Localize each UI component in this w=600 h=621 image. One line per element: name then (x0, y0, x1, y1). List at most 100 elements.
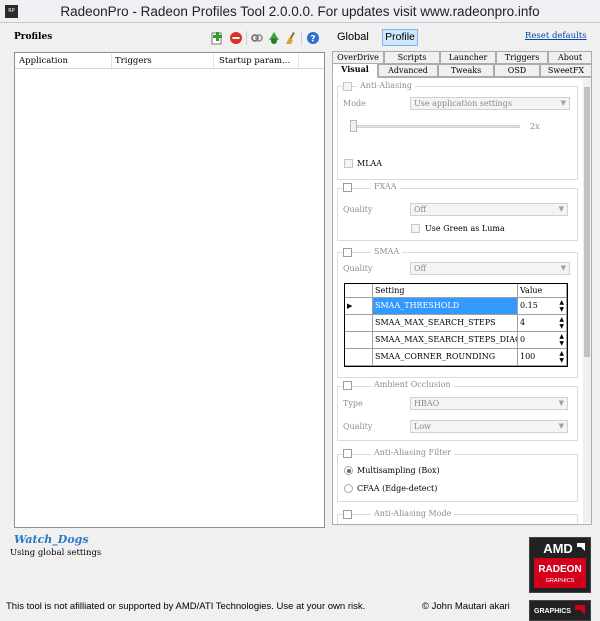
green-luma-checkbox[interactable] (411, 224, 420, 233)
aa-samples-slider-thumb[interactable] (350, 120, 357, 132)
amd-logo-text: AMD (543, 541, 573, 556)
scrollbar-thumb[interactable] (584, 87, 590, 357)
profiles-list[interactable]: Application Triggers Startup param... (14, 52, 325, 528)
tab-visual[interactable]: Visual (332, 63, 378, 78)
smaa-label: SMAA (371, 247, 403, 256)
value-text: 4 (520, 318, 526, 327)
radeon-logo-text: RADEON (538, 564, 581, 575)
recycle-icon[interactable] (267, 31, 281, 45)
fxaa-quality-select[interactable]: Off ▼ (410, 203, 568, 216)
ao-quality-label: Quality (343, 422, 373, 431)
status-copyright: © John Mautari akari (422, 601, 510, 612)
cfaa-label: CFAA (Edge-detect) (357, 484, 438, 493)
header-setting: Setting (373, 284, 518, 298)
aa-mode-select[interactable]: Use application settings ▼ (410, 97, 570, 110)
panel-scrollbar[interactable] (583, 79, 591, 523)
aa-filter-checkbox[interactable] (343, 449, 352, 458)
tab-scripts[interactable]: Scripts (384, 51, 440, 64)
aa-mode-value: Use application settings (414, 99, 512, 108)
fxaa-label: FXAA (371, 182, 400, 191)
aa-samples-slider-track[interactable] (350, 125, 520, 128)
fxaa-checkbox[interactable] (343, 183, 352, 192)
smaa-settings-table[interactable]: Setting Value ▶ SMAA_THRESHOLD 0.15 ▲ ▼ SM… (344, 283, 568, 367)
tab-advanced[interactable]: Advanced (378, 64, 438, 77)
multisampling-radio[interactable] (344, 466, 353, 475)
column-startup-params[interactable]: Startup param... (219, 56, 290, 66)
profile-button[interactable]: Profile (382, 29, 418, 46)
aa-samples-value: 2x (530, 122, 540, 131)
ambient-occlusion-checkbox[interactable] (343, 381, 352, 390)
mlaa-label: MLAA (357, 159, 383, 168)
table-row[interactable]: SMAA_MAX_SEARCH_STEPS_DIAG (373, 332, 518, 349)
window-title: RadeonPro - Radeon Profiles Tool 2.0.0.0… (60, 4, 540, 19)
column-triggers[interactable]: Triggers (115, 56, 152, 66)
profiles-list-header: Application Triggers Startup param... (15, 53, 324, 69)
link-icon[interactable] (250, 31, 264, 45)
graphics-logo-text: GRAPHICS (546, 578, 575, 584)
table-row[interactable]: SMAA_THRESHOLD (373, 298, 518, 315)
spin-icon[interactable]: ▲ ▼ (559, 333, 564, 347)
table-corner (345, 284, 373, 298)
tab-about[interactable]: About (548, 51, 592, 64)
spin-icon[interactable]: ▲ ▼ (559, 350, 564, 364)
cfaa-radio[interactable] (344, 484, 353, 493)
table-row-value[interactable]: 100 ▲ ▼ (518, 349, 567, 366)
aa-filter-label: Anti-Aliasing Filter (371, 448, 454, 457)
spin-icon[interactable]: ▲ ▼ (559, 316, 564, 330)
profile-status: Using global settings (10, 548, 102, 558)
table-row[interactable]: SMAA_MAX_SEARCH_STEPS (373, 315, 518, 332)
aa-mode-checkbox[interactable] (343, 510, 352, 519)
broom-icon[interactable] (284, 31, 298, 45)
spin-icon[interactable]: ▲ ▼ (559, 299, 564, 313)
aa-mode-group-label: Anti-Aliasing Mode (371, 509, 455, 518)
ao-quality-value: Low (414, 422, 431, 431)
column-application[interactable]: Application (19, 56, 68, 66)
multisampling-label: Multisampling (Box) (357, 466, 440, 475)
antialiasing-checkbox[interactable] (343, 82, 352, 91)
ao-quality-select[interactable]: Low ▼ (410, 420, 568, 433)
ao-type-label: Type (343, 399, 363, 408)
help-icon[interactable]: ? (306, 31, 320, 45)
tab-launcher[interactable]: Launcher (440, 51, 496, 64)
tab-sweetfx[interactable]: SweetFX (540, 64, 592, 77)
row-indicator (345, 332, 373, 349)
selected-profile-name: Watch_Dogs (14, 533, 89, 546)
table-row-value[interactable]: 4 ▲ ▼ (518, 315, 567, 332)
value-text: 100 (520, 352, 536, 361)
chevron-down-icon: ▼ (558, 399, 564, 407)
table-row[interactable]: SMAA_CORNER_ROUNDING (373, 349, 518, 366)
tab-triggers[interactable]: Triggers (496, 51, 548, 64)
fxaa-quality-value: Off (414, 205, 427, 214)
table-row-value[interactable]: 0.15 ▲ ▼ (518, 298, 567, 315)
chevron-down-icon: ▼ (560, 264, 566, 272)
global-button[interactable]: Global (337, 31, 369, 43)
table-row-value[interactable]: 0 ▲ ▼ (518, 332, 567, 349)
smaa-quality-select[interactable]: Off ▼ (410, 262, 570, 275)
value-text: 0 (520, 335, 526, 344)
toolbar-separator (301, 31, 302, 45)
status-disclaimer: This tool is not afilliated or supported… (6, 601, 366, 612)
delete-profile-icon[interactable] (229, 31, 243, 45)
reset-defaults-link[interactable]: Reset defaults (525, 31, 587, 41)
aa-filter-group (337, 454, 578, 502)
chevron-down-icon: ▼ (558, 422, 564, 430)
profiles-label: Profiles (14, 32, 53, 42)
smaa-checkbox[interactable] (343, 248, 352, 257)
tab-tweaks[interactable]: Tweaks (438, 64, 494, 77)
title-bar: RP RadeonPro - Radeon Profiles Tool 2.0.… (0, 0, 600, 23)
ao-type-select[interactable]: HBAO ▼ (410, 397, 568, 410)
ao-type-value: HBAO (414, 399, 440, 408)
green-luma-label: Use Green as Luma (425, 224, 505, 233)
mlaa-checkbox[interactable] (344, 159, 353, 168)
tab-osd[interactable]: OSD (494, 64, 540, 77)
row-indicator-icon: ▶ (345, 298, 373, 315)
smaa-quality-value: Off (414, 264, 427, 273)
aa-mode-label: Mode (343, 99, 366, 108)
chevron-down-icon: ▼ (558, 205, 564, 213)
chevron-down-icon: ▼ (560, 99, 566, 107)
antialiasing-label: Anti-Aliasing (357, 81, 416, 90)
ambient-occlusion-label: Ambient Occlusion (371, 380, 454, 389)
row-indicator (345, 315, 373, 332)
graphics-badge-text: GRAPHICS (534, 608, 571, 615)
add-profile-icon[interactable] (210, 31, 224, 45)
